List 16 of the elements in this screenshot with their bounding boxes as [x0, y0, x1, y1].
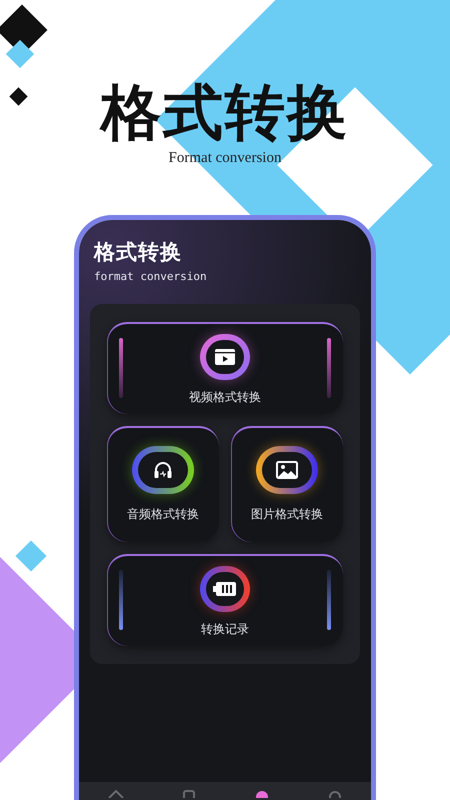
app-subtitle: format conversion [93, 270, 208, 283]
glow-bar [119, 570, 123, 630]
glow-bar [327, 570, 331, 630]
video-icon [214, 348, 236, 366]
nav-tab[interactable] [106, 788, 124, 800]
feature-card[interactable]: 视频格式转换 [107, 322, 343, 414]
glow-bar [119, 338, 123, 398]
headphones-icon [153, 461, 173, 479]
glow-bar [327, 338, 331, 398]
image-icon [276, 461, 298, 479]
home-icon [106, 788, 124, 798]
feature-card[interactable]: 音频格式转换 [107, 426, 219, 542]
feature-card[interactable]: 转换记录 [107, 554, 343, 646]
battery-icon [213, 581, 237, 597]
app-title: 格式转换 [92, 239, 183, 266]
feature-card[interactable]: 图片格式转换 [231, 426, 343, 542]
